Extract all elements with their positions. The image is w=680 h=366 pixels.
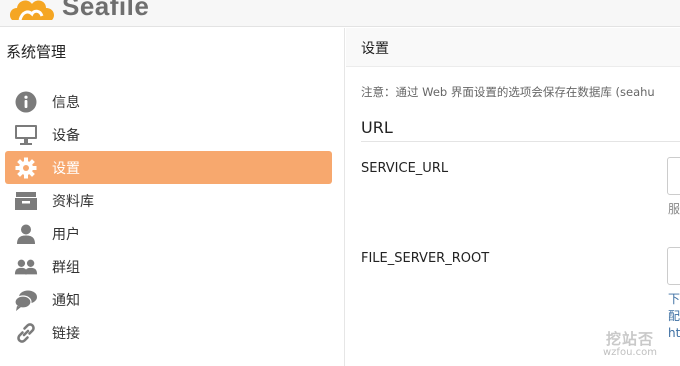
logo-text: Seafile — [62, 0, 150, 21]
file-server-root-help-line: htt — [668, 326, 680, 340]
gear-icon — [14, 156, 38, 180]
settings-panel: 设置 注意：通过 Web 界面设置的选项会保存在数据库 (seahu URL S… — [346, 28, 680, 366]
admin-sidebar: 系统管理 信息 设备 设置 资料库 用户 群组 通知 链接 — [0, 28, 345, 366]
sidebar-item-label: 通知 — [52, 292, 80, 309]
sidebar-item-libraries[interactable]: 资料库 — [5, 184, 332, 217]
sidebar-item-info[interactable]: 信息 — [5, 85, 332, 118]
file-server-root-input[interactable] — [667, 247, 680, 285]
sidebar-nav: 信息 设备 设置 资料库 用户 群组 通知 链接 — [5, 85, 332, 349]
sidebar-item-label: 信息 — [52, 94, 80, 111]
section-divider — [361, 141, 680, 142]
top-header: Seafile — [0, 0, 680, 27]
file-server-root-help-line: 下 — [668, 292, 680, 306]
sidebar-item-groups[interactable]: 群组 — [5, 250, 332, 283]
file-server-root-help-line: 配 — [668, 309, 680, 323]
sidebar-item-settings[interactable]: 设置 — [5, 151, 332, 184]
sidebar-item-label: 链接 — [52, 325, 80, 342]
sidebar-item-label: 用户 — [52, 226, 80, 243]
settings-notice: 注意：通过 Web 界面设置的选项会保存在数据库 (seahu — [361, 85, 655, 99]
sidebar-item-label: 资料库 — [52, 193, 94, 210]
user-icon — [14, 222, 38, 246]
info-icon — [14, 90, 38, 114]
sidebar-item-label: 设置 — [52, 160, 80, 177]
sidebar-item-links[interactable]: 链接 — [5, 316, 332, 349]
link-icon — [14, 321, 38, 345]
watermark-subtitle: wzfou.com — [603, 347, 657, 358]
logo-cloud-icon — [6, 0, 58, 24]
monitor-icon — [14, 123, 38, 147]
service-url-label: SERVICE_URL — [361, 161, 449, 176]
sidebar-item-users[interactable]: 用户 — [5, 217, 332, 250]
watermark-title: 挖站否 — [605, 330, 654, 348]
chat-icon — [14, 288, 38, 312]
sidebar-item-label: 群组 — [52, 259, 80, 276]
page-title: 设置 — [361, 41, 389, 57]
sidebar-item-devices[interactable]: 设备 — [5, 118, 332, 151]
watermark: 挖站否 wzfou.com — [603, 328, 657, 358]
seafile-logo[interactable]: Seafile — [6, 0, 149, 24]
archive-icon — [14, 189, 38, 213]
sidebar-item-notifications[interactable]: 通知 — [5, 283, 332, 316]
main-header: 设置 — [346, 28, 680, 67]
sidebar-title: 系统管理 — [6, 43, 67, 61]
service-url-input[interactable] — [667, 157, 680, 195]
section-title-url: URL — [361, 118, 393, 137]
file-server-root-label: FILE_SERVER_ROOT — [361, 251, 490, 266]
group-icon — [14, 255, 38, 279]
sidebar-item-label: 设备 — [52, 127, 80, 144]
service-url-help: 服 — [668, 202, 680, 216]
